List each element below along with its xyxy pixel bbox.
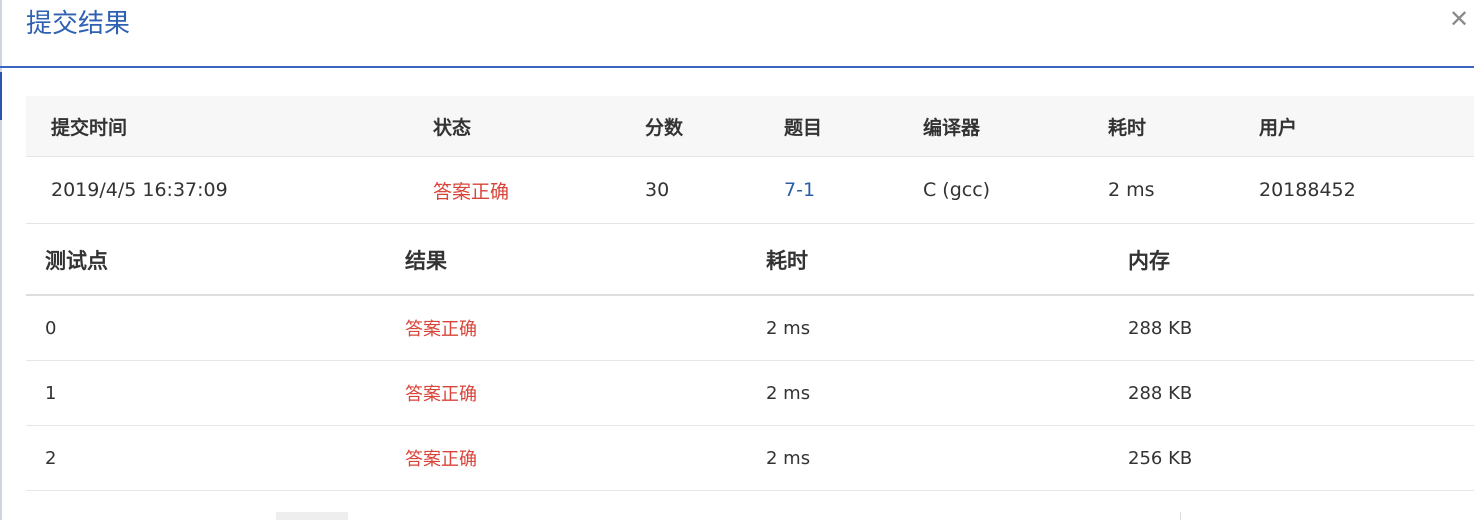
test-point-id: 2 [45,447,57,469]
test-time: 2 ms [766,447,811,469]
bottom-cutoff-block [276,512,348,520]
test-memory: 256 KB [1128,447,1193,469]
table-row: 1 答案正确 2 ms 288 KB [26,361,1474,426]
modal-title: 提交结果 [26,9,131,39]
header-submit-time: 提交时间 [51,116,128,139]
header-status: 状态 [433,116,472,139]
test-cases-table: 测试点 结果 耗时 内存 0 答案正确 2 ms 288 KB 1 答案正确 2… [26,226,1474,491]
test-result: 答案正确 [405,384,477,405]
score: 30 [645,179,670,201]
problem-link[interactable]: 7-1 [784,157,815,223]
header-test-point: 测试点 [45,249,108,273]
table-row: 0 答案正确 2 ms 288 KB [26,296,1474,361]
user-id: 20188452 [1259,179,1356,201]
run-time: 2 ms [1108,179,1155,201]
test-time: 2 ms [766,317,811,339]
status-badge: 答案正确 [433,180,510,203]
modal-header: 提交结果 ✕ [0,0,1474,68]
test-memory: 288 KB [1128,317,1193,339]
test-result: 答案正确 [405,319,477,340]
header-memory: 内存 [1128,249,1170,273]
header-case-time: 耗时 [766,249,808,273]
header-score: 分数 [645,116,684,139]
modal-left-edge-accent [0,72,2,120]
submit-time: 2019/4/5 16:37:09 [51,179,228,201]
test-memory: 288 KB [1128,382,1193,404]
summary-header-row: 提交时间 状态 分数 题目 编译器 耗时 用户 [26,96,1474,157]
test-result: 答案正确 [405,449,477,470]
header-result: 结果 [405,249,447,273]
test-time: 2 ms [766,382,811,404]
header-user: 用户 [1259,116,1298,139]
header-time: 耗时 [1108,116,1147,139]
summary-row: 2019/4/5 16:37:09 答案正确 30 7-1 C (gcc) 2 … [26,157,1474,224]
test-point-id: 0 [45,317,57,339]
submission-summary-table: 提交时间 状态 分数 题目 编译器 耗时 用户 2019/4/5 16:37:0… [26,96,1474,224]
test-point-id: 1 [45,382,57,404]
table-row: 2 答案正确 2 ms 256 KB [26,426,1474,491]
cases-header-row: 测试点 结果 耗时 内存 [26,226,1474,296]
header-compiler: 编译器 [923,116,981,139]
bottom-divider [1180,512,1181,520]
submission-result-modal: 提交结果 ✕ 提交时间 状态 分数 题目 编译器 耗时 用户 2019/4/5 … [0,0,1474,520]
header-problem: 题目 [784,116,823,139]
close-icon[interactable]: ✕ [1448,7,1470,31]
compiler: C (gcc) [923,179,991,201]
